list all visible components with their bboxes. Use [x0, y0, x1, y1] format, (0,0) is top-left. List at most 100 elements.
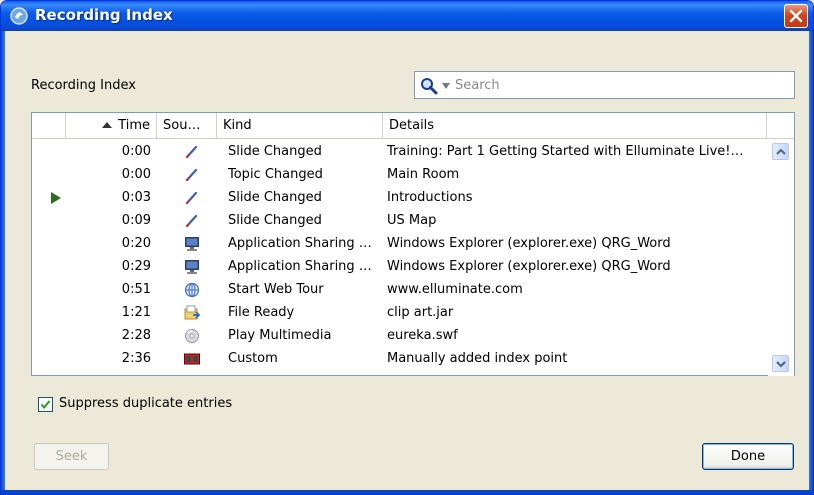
- table-row[interactable]: 0:51 Start Web Tour www.elluminate.com: [32, 278, 768, 301]
- source-cell: [182, 347, 206, 370]
- pencil-icon: [184, 213, 200, 229]
- custom-index-icon: [184, 351, 200, 367]
- chevron-up-icon: [776, 148, 786, 155]
- time-cell: 0:00: [121, 144, 151, 159]
- pencil-icon: [184, 167, 200, 183]
- source-cell: [182, 278, 206, 301]
- row-marker-cell: [50, 186, 64, 209]
- recording-index-table: Time Sou… Kind Details 0:00 Slide Changed…: [31, 112, 795, 376]
- details-cell: Windows Explorer (explorer.exe) QRG_Word: [387, 236, 671, 251]
- source-cell: [182, 140, 206, 163]
- details-cell: Training: Part 1 Getting Started with El…: [387, 144, 744, 159]
- close-icon: [789, 9, 803, 23]
- column-header-time[interactable]: Time: [66, 113, 157, 139]
- seek-button[interactable]: Seek: [34, 443, 109, 470]
- time-cell: 2:28: [121, 328, 151, 343]
- kind-cell: Play Multimedia: [228, 328, 332, 343]
- table-row[interactable]: 2:36 Custom Manually added index point: [32, 347, 768, 370]
- kind-cell: Topic Changed: [228, 167, 323, 182]
- details-cell: Main Room: [387, 167, 460, 182]
- vertical-scrollbar[interactable]: [768, 140, 794, 376]
- table-row[interactable]: 0:20 Application Sharing … Windows Explore…: [32, 232, 768, 255]
- row-marker-cell: [50, 301, 64, 324]
- table-body: 0:00 Slide Changed Training: Part 1 Gettin…: [32, 140, 768, 376]
- suppress-duplicates-label[interactable]: Suppress duplicate entries: [59, 396, 232, 411]
- kind-cell: Application Sharing …: [228, 259, 372, 274]
- row-marker-cell: [50, 255, 64, 278]
- elluminate-logo-icon: [10, 7, 28, 25]
- chevron-down-icon[interactable]: [442, 83, 450, 89]
- done-button[interactable]: Done: [702, 443, 794, 470]
- time-cell: 0:00: [121, 167, 151, 182]
- table-row[interactable]: 0:00 Slide Changed Training: Part 1 Gettin…: [32, 140, 768, 163]
- time-cell: 0:51: [121, 282, 151, 297]
- details-cell: Windows Explorer (explorer.exe) QRG_Word: [387, 259, 671, 274]
- search-box[interactable]: [414, 71, 795, 99]
- column-header-kind[interactable]: Kind: [217, 113, 383, 139]
- sort-ascending-icon: [102, 122, 113, 128]
- window-border-bottom: [1, 490, 813, 494]
- search-input[interactable]: [455, 75, 785, 95]
- table-row[interactable]: 0:29 Application Sharing … Windows Explore…: [32, 255, 768, 278]
- title-bar[interactable]: Recording Index: [1, 1, 813, 31]
- time-cell: 0:09: [121, 213, 151, 228]
- scroll-down-button[interactable]: [772, 355, 789, 372]
- scroll-up-button[interactable]: [772, 143, 789, 160]
- row-marker-cell: [50, 209, 64, 232]
- kind-cell: Slide Changed: [228, 190, 322, 205]
- details-cell: clip art.jar: [387, 305, 454, 320]
- table-row[interactable]: 0:03 Slide Changed Introductions: [32, 186, 768, 209]
- pencil-icon: [184, 144, 200, 160]
- table-header: Time Sou… Kind Details: [32, 113, 794, 139]
- window-border-right: [809, 31, 813, 494]
- window-border-left: [1, 31, 5, 494]
- details-cell: Manually added index point: [387, 351, 568, 366]
- row-marker-cell: [50, 140, 64, 163]
- row-marker-cell: [50, 232, 64, 255]
- search-icon[interactable]: [420, 77, 438, 95]
- monitor-icon: [184, 259, 200, 275]
- kind-cell: Slide Changed: [228, 213, 322, 228]
- table-row[interactable]: 1:21 File Ready clip art.jar: [32, 301, 768, 324]
- details-cell: www.elluminate.com: [387, 282, 523, 297]
- row-marker-cell: [50, 278, 64, 301]
- column-header-details[interactable]: Details: [383, 113, 767, 139]
- source-cell: [182, 232, 206, 255]
- table-row[interactable]: 2:28 Play Multimedia eureka.swf: [32, 324, 768, 347]
- dialog-label: Recording Index: [31, 78, 136, 93]
- kind-cell: Application Sharing …: [228, 236, 372, 251]
- suppress-duplicates-checkbox[interactable]: [38, 397, 53, 412]
- row-marker-cell: [50, 347, 64, 370]
- globe-icon: [184, 282, 200, 298]
- time-cell: 0:03: [121, 190, 151, 205]
- details-cell: Introductions: [387, 190, 473, 205]
- time-cell: 2:36: [121, 351, 151, 366]
- source-cell: [182, 301, 206, 324]
- pencil-icon: [184, 190, 200, 206]
- kind-cell: File Ready: [228, 305, 295, 320]
- column-header-marker[interactable]: [32, 113, 66, 139]
- row-marker-cell: [50, 163, 64, 186]
- column-header-time-label: Time: [118, 118, 150, 133]
- monitor-icon: [184, 236, 200, 252]
- kind-cell: Custom: [228, 351, 278, 366]
- multimedia-disc-icon: [184, 328, 200, 344]
- source-cell: [182, 324, 206, 347]
- source-cell: [182, 209, 206, 232]
- recording-index-window: Recording Index Recording Index Time Sou…: [0, 0, 814, 495]
- table-row[interactable]: 0:00 Topic Changed Main Room: [32, 163, 768, 186]
- source-cell: [182, 186, 206, 209]
- checkmark-icon: [40, 400, 51, 410]
- chevron-down-icon: [776, 361, 786, 368]
- kind-cell: Start Web Tour: [228, 282, 324, 297]
- table-row[interactable]: 0:09 Slide Changed US Map: [32, 209, 768, 232]
- row-marker-cell: [50, 324, 64, 347]
- close-button[interactable]: [784, 4, 808, 28]
- column-header-source[interactable]: Sou…: [157, 113, 217, 139]
- file-transfer-icon: [184, 305, 201, 321]
- play-marker-icon: [51, 192, 61, 204]
- time-cell: 0:20: [121, 236, 151, 251]
- time-cell: 0:29: [121, 259, 151, 274]
- time-cell: 1:21: [121, 305, 151, 320]
- details-cell: US Map: [387, 213, 437, 228]
